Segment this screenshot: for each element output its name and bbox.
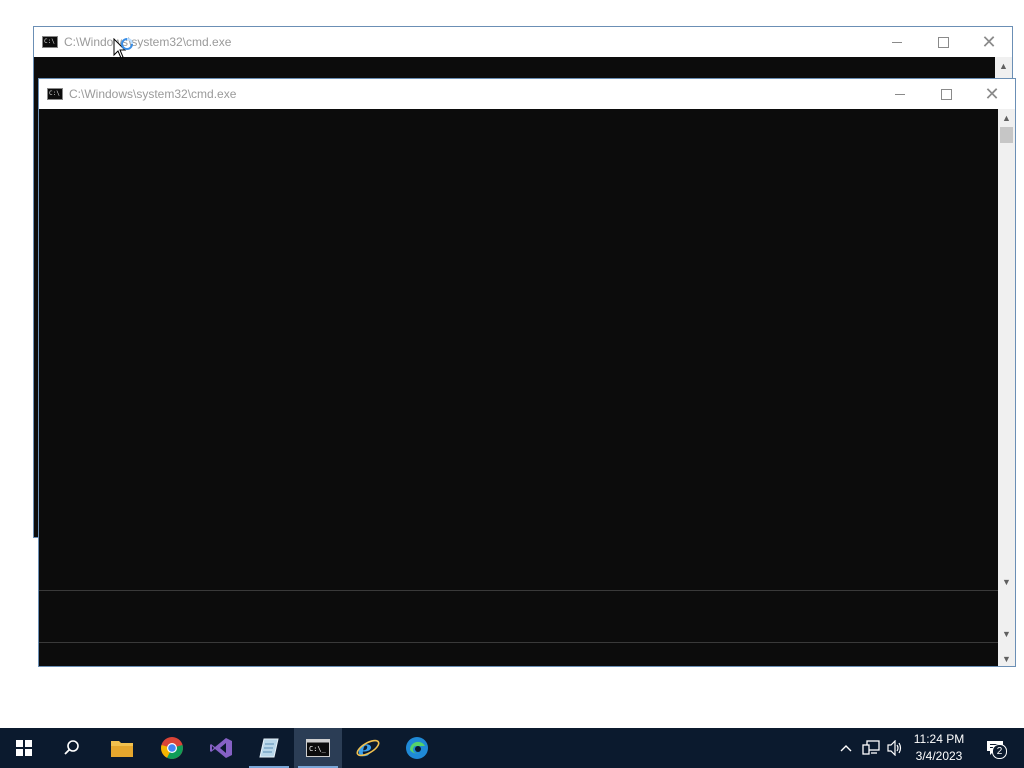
- cmd-taskbar-button[interactable]: C:\_: [294, 728, 342, 768]
- start-button[interactable]: [0, 728, 48, 768]
- scroll-down-icon[interactable]: ▼: [998, 573, 1015, 590]
- action-center-button[interactable]: 2: [982, 738, 1008, 759]
- chrome-button[interactable]: [148, 728, 196, 768]
- internet-explorer-button[interactable]: e: [344, 728, 392, 768]
- chevron-up-icon: [840, 745, 852, 752]
- pane-divider: [39, 642, 999, 643]
- minimize-button[interactable]: [874, 27, 920, 57]
- front-cmd-window[interactable]: C:\ C:\Windows\system32\cmd.exe ✕ ▲ ▼ ▼ …: [38, 78, 1016, 667]
- back-window-titlebar[interactable]: C:\ C:\Windows\system32\cmd.exe ✕: [34, 27, 1012, 57]
- maximize-button[interactable]: [923, 79, 969, 109]
- notepad-button[interactable]: [245, 728, 293, 768]
- cmd-icon: C:\: [42, 36, 58, 48]
- front-window-scrollbar[interactable]: ▲ ▼ ▼ ▼: [998, 109, 1015, 666]
- network-icon: [862, 740, 880, 755]
- edge-icon: [406, 737, 428, 759]
- search-icon: [64, 740, 79, 755]
- back-window-title: C:\Windows\system32\cmd.exe: [64, 35, 232, 49]
- notepad-icon: [259, 738, 279, 758]
- show-hidden-icons-button[interactable]: [838, 738, 854, 758]
- scroll-up-icon[interactable]: ▲: [998, 109, 1015, 126]
- cmd-icon: C:\_: [306, 739, 330, 757]
- maximize-button[interactable]: [920, 27, 966, 57]
- minimize-button[interactable]: [877, 79, 923, 109]
- svg-text:C:\_: C:\_: [309, 745, 327, 753]
- network-button[interactable]: [861, 738, 881, 758]
- maximize-icon: [937, 36, 949, 48]
- scroll-down-icon[interactable]: ▼: [998, 650, 1015, 667]
- file-explorer-button[interactable]: [98, 728, 146, 768]
- cmd-icon: C:\: [47, 88, 63, 100]
- maximize-icon: [940, 88, 952, 100]
- scroll-thumb[interactable]: [1000, 127, 1013, 143]
- front-window-title: C:\Windows\system32\cmd.exe: [69, 87, 237, 101]
- ie-icon: e: [356, 736, 380, 761]
- clock-button[interactable]: 11:24 PM 3/4/2023: [904, 731, 974, 765]
- minimize-icon: [895, 93, 905, 95]
- speaker-icon: [887, 740, 902, 756]
- front-window-titlebar[interactable]: C:\ C:\Windows\system32\cmd.exe ✕: [39, 79, 1015, 109]
- notification-count-badge: 2: [992, 744, 1007, 759]
- scroll-down-icon[interactable]: ▼: [998, 625, 1015, 642]
- visual-studio-button[interactable]: [197, 728, 245, 768]
- minimize-icon: [892, 41, 902, 43]
- chrome-icon: [161, 737, 183, 759]
- edge-button[interactable]: [393, 728, 441, 768]
- close-icon: ✕: [981, 31, 997, 52]
- folder-icon: [111, 741, 133, 757]
- search-button[interactable]: [48, 728, 96, 768]
- close-button[interactable]: ✕: [966, 27, 1012, 57]
- windows-logo-icon: [16, 740, 32, 756]
- clock-time: 11:24 PM: [913, 732, 965, 746]
- mouse-cursor: [113, 37, 135, 65]
- visual-studio-icon: [210, 738, 232, 758]
- pane-divider: [39, 590, 999, 591]
- scroll-up-icon[interactable]: ▲: [995, 57, 1012, 74]
- close-icon: ✕: [984, 83, 1000, 104]
- volume-button[interactable]: [885, 738, 905, 758]
- clock-date: 3/4/2023: [915, 749, 963, 763]
- taskbar: C:\_ e 11:24 PM 3/4/2023 2: [0, 728, 1024, 768]
- close-button[interactable]: ✕: [969, 79, 1015, 109]
